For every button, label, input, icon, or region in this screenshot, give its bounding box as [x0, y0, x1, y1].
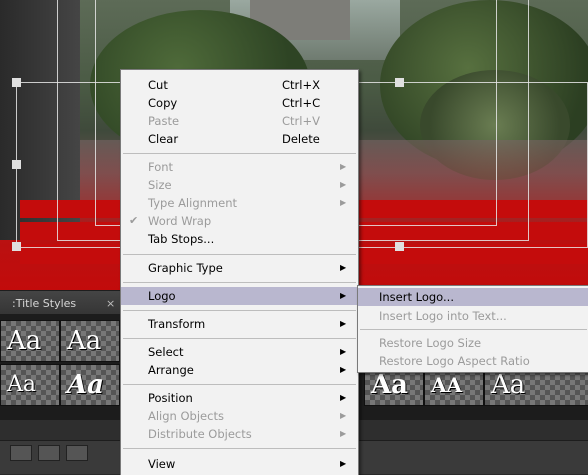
menu-item-view[interactable]: View ▶ — [121, 455, 358, 473]
menu-item-label: Graphic Type — [148, 261, 223, 275]
menu-item-label: Copy — [148, 96, 178, 110]
menu-item-label: Align Objects — [148, 409, 224, 423]
menu-item-label: Clear — [148, 132, 179, 146]
submenu-item-insert-logo[interactable]: Insert Logo... — [358, 288, 588, 306]
checkmark-icon: ✔ — [129, 214, 139, 227]
submenu-arrow-icon: ▶ — [340, 263, 347, 272]
toolbar-button[interactable] — [10, 445, 32, 461]
submenu-item-insert-logo-into-text: Insert Logo into Text... — [358, 307, 588, 325]
menu-item-label: Arrange — [148, 363, 194, 377]
menu-item-cut[interactable]: Cut Ctrl+X — [121, 76, 358, 94]
submenu-arrow-icon: ▶ — [340, 162, 347, 171]
menu-item-label: Font — [148, 160, 174, 174]
toolbar-button[interactable] — [66, 445, 88, 461]
menu-item-label: View — [148, 457, 176, 471]
menu-separator — [123, 310, 356, 311]
submenu-item-label: Restore Logo Aspect Ratio — [379, 354, 530, 368]
submenu-arrow-icon: ▶ — [340, 180, 347, 189]
submenu-arrow-icon: ▶ — [340, 411, 347, 420]
menu-item-arrange[interactable]: Arrange ▶ — [121, 361, 358, 379]
title-style-swatch[interactable]: Aa — [60, 320, 120, 362]
menu-item-graphic-type[interactable]: Graphic Type ▶ — [121, 259, 358, 277]
resize-handle[interactable] — [12, 160, 21, 169]
menu-item-size: Size ▶ — [121, 176, 358, 194]
menu-item-label: Type Alignment — [148, 196, 237, 210]
menu-item-label: Cut — [148, 78, 168, 92]
submenu-arrow-icon: ▶ — [340, 393, 347, 402]
menu-item-copy[interactable]: Copy Ctrl+C — [121, 94, 358, 112]
submenu-arrow-icon: ▶ — [340, 459, 347, 468]
resize-handle[interactable] — [395, 242, 404, 251]
resize-handle[interactable] — [395, 78, 404, 87]
menu-item-tab-stops[interactable]: Tab Stops... — [121, 230, 358, 248]
logo-submenu: Insert Logo... Insert Logo into Text... Re… — [357, 285, 588, 373]
context-menu: Cut Ctrl+X Copy Ctrl+C Paste Ctrl+V Clear Delet… — [120, 69, 359, 475]
submenu-item-restore-logo-size: Restore Logo Size — [358, 334, 588, 352]
menu-item-label: Paste — [148, 114, 180, 128]
menu-item-distribute-objects: Distribute Objects ▶ — [121, 425, 358, 443]
menu-item-label: Position — [148, 391, 193, 405]
menu-item-logo[interactable]: Logo ▶ — [121, 287, 358, 305]
toolbar-button[interactable] — [38, 445, 60, 461]
submenu-arrow-icon: ▶ — [340, 319, 347, 328]
menu-item-position[interactable]: Position ▶ — [121, 389, 358, 407]
menu-item-label: Logo — [148, 289, 176, 303]
menu-separator — [123, 448, 356, 449]
submenu-arrow-icon: ▶ — [340, 291, 347, 300]
menu-item-word-wrap: ✔ Word Wrap — [121, 212, 358, 230]
title-style-swatch[interactable]: Aa — [0, 320, 60, 362]
resize-handle[interactable] — [12, 78, 21, 87]
menu-item-paste: Paste Ctrl+V — [121, 112, 358, 130]
submenu-item-label: Insert Logo... — [379, 290, 454, 304]
menu-separator — [123, 338, 356, 339]
title-style-swatch[interactable]: Aa — [0, 364, 60, 406]
menu-separator — [123, 384, 356, 385]
menu-item-align-objects: Align Objects ▶ — [121, 407, 358, 425]
title-style-swatch[interactable]: Aa — [60, 364, 120, 406]
menu-item-shortcut: Ctrl+X — [282, 78, 320, 92]
menu-item-transform[interactable]: Transform ▶ — [121, 315, 358, 333]
resize-handle[interactable] — [12, 242, 21, 251]
menu-item-label: Tab Stops... — [148, 232, 215, 246]
close-icon[interactable]: × — [106, 294, 115, 313]
submenu-arrow-icon: ▶ — [340, 429, 347, 438]
submenu-item-restore-logo-aspect-ratio: Restore Logo Aspect Ratio — [358, 352, 588, 370]
menu-separator — [123, 282, 356, 283]
submenu-item-label: Insert Logo into Text... — [379, 309, 507, 323]
menu-item-label: Size — [148, 178, 172, 192]
menu-item-label: Word Wrap — [148, 214, 212, 228]
menu-item-select[interactable]: Select ▶ — [121, 343, 358, 361]
menu-item-label: Distribute Objects — [148, 427, 252, 441]
menu-item-type-alignment: Type Alignment ▶ — [121, 194, 358, 212]
menu-separator — [123, 254, 356, 255]
menu-item-label: Select — [148, 345, 184, 359]
menu-separator — [123, 153, 356, 154]
menu-item-clear[interactable]: Clear Delete — [121, 130, 358, 148]
menu-separator — [360, 329, 587, 330]
submenu-arrow-icon: ▶ — [340, 347, 347, 356]
submenu-item-label: Restore Logo Size — [379, 336, 482, 350]
menu-item-font: Font ▶ — [121, 158, 358, 176]
menu-item-label: Transform — [148, 317, 206, 331]
title-styles-tab[interactable]: :Title Styles — [4, 294, 84, 313]
menu-item-shortcut: Delete — [282, 132, 320, 146]
submenu-arrow-icon: ▶ — [340, 365, 347, 374]
menu-item-shortcut: Ctrl+V — [282, 114, 320, 128]
menu-item-shortcut: Ctrl+C — [282, 96, 321, 110]
submenu-arrow-icon: ▶ — [340, 198, 347, 207]
